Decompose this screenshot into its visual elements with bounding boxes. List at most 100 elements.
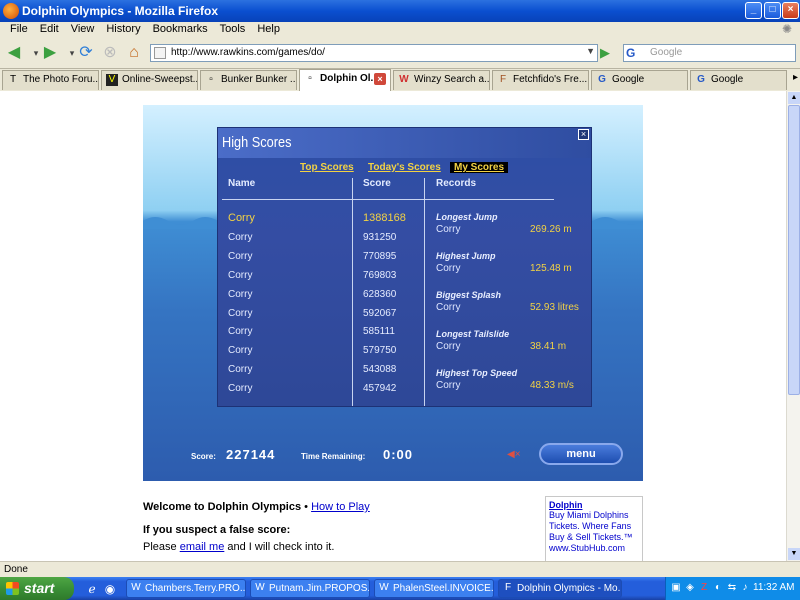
game-area[interactable]: High Scores × Top Scores Today's Scores … xyxy=(143,105,643,481)
email-me-link[interactable]: email me xyxy=(180,541,225,553)
window-titlebar[interactable]: Dolphin Olympics - Mozilla Firefox _ □ × xyxy=(0,0,800,22)
record-highest-jump: Highest Jump Corry 125.48 m xyxy=(436,251,591,289)
url-dropdown-icon[interactable]: ▼ xyxy=(586,46,595,56)
google-icon[interactable]: G xyxy=(626,46,635,60)
false-score-heading: If you suspect a false score: xyxy=(143,524,291,536)
tab-label: Fetchfido's Fre... xyxy=(513,74,588,85)
menu-tools[interactable]: Tools xyxy=(214,22,252,38)
url-bar[interactable]: http://www.rawkins.com/games/do/ ▼ xyxy=(150,44,598,62)
score-name: Corry xyxy=(228,364,253,375)
menu-help[interactable]: Help xyxy=(251,22,286,38)
score-name: Corry xyxy=(228,270,253,281)
scroll-down-icon[interactable]: ▼ xyxy=(788,548,800,560)
tab-label: Winzy Search a... xyxy=(414,74,490,85)
tray-icon-1[interactable]: ▣ xyxy=(670,582,682,594)
menu-bookmarks[interactable]: Bookmarks xyxy=(147,22,214,38)
search-box[interactable]: G Google xyxy=(623,44,796,62)
maximize-button[interactable]: □ xyxy=(764,2,781,19)
tab-google-1[interactable]: G Google xyxy=(591,70,688,90)
record-value: 269.26 m xyxy=(530,224,572,235)
tab-online-sweepstakes[interactable]: V Online-Sweepst... xyxy=(101,70,198,90)
menu-button[interactable]: menu xyxy=(539,443,623,465)
tray-icon-4[interactable]: ◐ xyxy=(712,582,724,594)
close-button[interactable]: × xyxy=(782,2,799,19)
close-tab-icon[interactable]: × xyxy=(374,73,386,85)
url-text[interactable]: http://www.rawkins.com/games/do/ xyxy=(171,47,325,58)
reload-icon[interactable]: ⟳ xyxy=(76,43,96,63)
tab-dolphin-olympics[interactable]: ▫ Dolphin Ol... × xyxy=(299,69,391,91)
network-icon[interactable]: ⇆ xyxy=(726,582,738,594)
speaker-mute-icon[interactable]: ◀× xyxy=(507,449,521,460)
tab-label: Dolphin Ol... xyxy=(320,73,379,84)
page-icon: ▫ xyxy=(209,74,213,85)
record-holder: Corry xyxy=(436,224,461,235)
record-highest-top-speed: Highest Top Speed Corry 48.33 m/s xyxy=(436,368,591,406)
page-content: High Scores × Top Scores Today's Scores … xyxy=(0,91,786,561)
record-longest-tailslide: Longest Tailslide Corry 38.41 m xyxy=(436,329,591,367)
fetchfido-icon: F xyxy=(499,74,507,85)
menu-edit[interactable]: Edit xyxy=(34,22,65,38)
tab-scroll-right-icon[interactable]: ▸ xyxy=(793,72,798,83)
column-header-name: Name xyxy=(228,178,256,189)
back-arrow-icon[interactable]: ◀ xyxy=(4,43,24,63)
vertical-scrollbar[interactable]: ▲ ▼ xyxy=(786,91,800,561)
task-label: Chambers.Terry.PRO... xyxy=(145,583,246,594)
tab-todays-scores[interactable]: Today's Scores xyxy=(368,162,441,173)
scroll-up-icon[interactable]: ▲ xyxy=(788,92,800,104)
zonealarm-icon[interactable]: Z xyxy=(698,582,710,594)
score-name: Corry xyxy=(228,326,253,337)
minimize-button[interactable]: _ xyxy=(745,2,762,19)
tab-winzy-search[interactable]: W Winzy Search a... xyxy=(393,70,490,90)
tab-google-2[interactable]: G Google xyxy=(690,70,787,90)
tab-label: The Photo Foru... xyxy=(23,74,99,85)
task-chambers-terry[interactable]: W Chambers.Terry.PRO... xyxy=(126,579,246,598)
task-phalensteel[interactable]: W PhalenSteel.INVOICE... xyxy=(374,579,494,598)
score-value: 931250 xyxy=(363,232,397,243)
score-row: Corry 543088 xyxy=(218,364,428,383)
menu-history[interactable]: History xyxy=(100,22,146,38)
firefox-quicklaunch-icon[interactable]: ◉ xyxy=(102,581,118,597)
menu-file[interactable]: File xyxy=(4,22,34,38)
start-button[interactable]: start xyxy=(0,577,74,600)
menu-view[interactable]: View xyxy=(65,22,101,38)
record-title: Biggest Splash xyxy=(436,290,502,300)
forward-arrow-icon[interactable]: ▶ xyxy=(40,43,60,63)
tab-label: Google xyxy=(612,74,645,85)
score-row: Corry 770895 xyxy=(218,251,428,270)
ad-title[interactable]: Dolphin xyxy=(549,500,639,510)
task-label: Dolphin Olympics - Mo... xyxy=(517,583,622,594)
ie-icon[interactable]: ℯ xyxy=(84,581,100,597)
ad-text[interactable]: Buy Miami Dolphins Tickets. Where Fans B… xyxy=(549,510,639,554)
tab-bunker-bunker[interactable]: ▫ Bunker Bunker ... xyxy=(200,70,297,90)
task-putnam-jim[interactable]: W Putnam.Jim.PROPOS... xyxy=(250,579,370,598)
score-value: 457942 xyxy=(363,383,397,394)
tab-photo-forum[interactable]: T The Photo Foru... xyxy=(2,70,99,90)
close-panel-icon[interactable]: × xyxy=(578,129,589,140)
tab-label: Bunker Bunker ... xyxy=(221,74,297,85)
task-dolphin-olympics[interactable]: F Dolphin Olympics - Mo... xyxy=(498,579,622,598)
home-icon[interactable]: ⌂ xyxy=(124,43,144,63)
tab-top-scores[interactable]: Top Scores xyxy=(300,162,354,173)
volume-icon[interactable]: ♪ xyxy=(739,582,751,594)
scroll-thumb[interactable] xyxy=(788,105,800,395)
record-title: Highest Jump xyxy=(436,251,496,261)
tab-fetchfido[interactable]: F Fetchfido's Fre... xyxy=(492,70,589,90)
throbber-icon: ✺ xyxy=(782,22,793,36)
how-to-play-link[interactable]: How to Play xyxy=(311,501,370,513)
task-label: Putnam.Jim.PROPOS... xyxy=(269,583,370,594)
search-input[interactable]: Google xyxy=(650,47,682,58)
tab-my-scores[interactable]: My Scores xyxy=(450,162,509,173)
high-scores-panel: High Scores × Top Scores Today's Scores … xyxy=(217,127,592,407)
go-arrow-icon[interactable]: ▶ xyxy=(600,45,616,61)
status-text: Done xyxy=(4,564,28,575)
column-header-score: Score xyxy=(363,178,391,189)
time-remaining-value: 0:00 xyxy=(383,447,414,462)
tray-icon-2[interactable]: ◈ xyxy=(684,582,696,594)
score-row: Corry 585111 xyxy=(218,326,428,345)
ad-box[interactable]: Dolphin Buy Miami Dolphins Tickets. Wher… xyxy=(545,496,643,561)
system-tray: ▣ ◈ Z ◐ ⇆ ♪ 11:32 AM xyxy=(665,577,800,600)
stop-icon[interactable]: ⊗ xyxy=(100,43,120,63)
score-row: Corry 592067 xyxy=(218,308,428,327)
score-name: Corry xyxy=(228,232,253,243)
header-divider xyxy=(222,199,554,200)
